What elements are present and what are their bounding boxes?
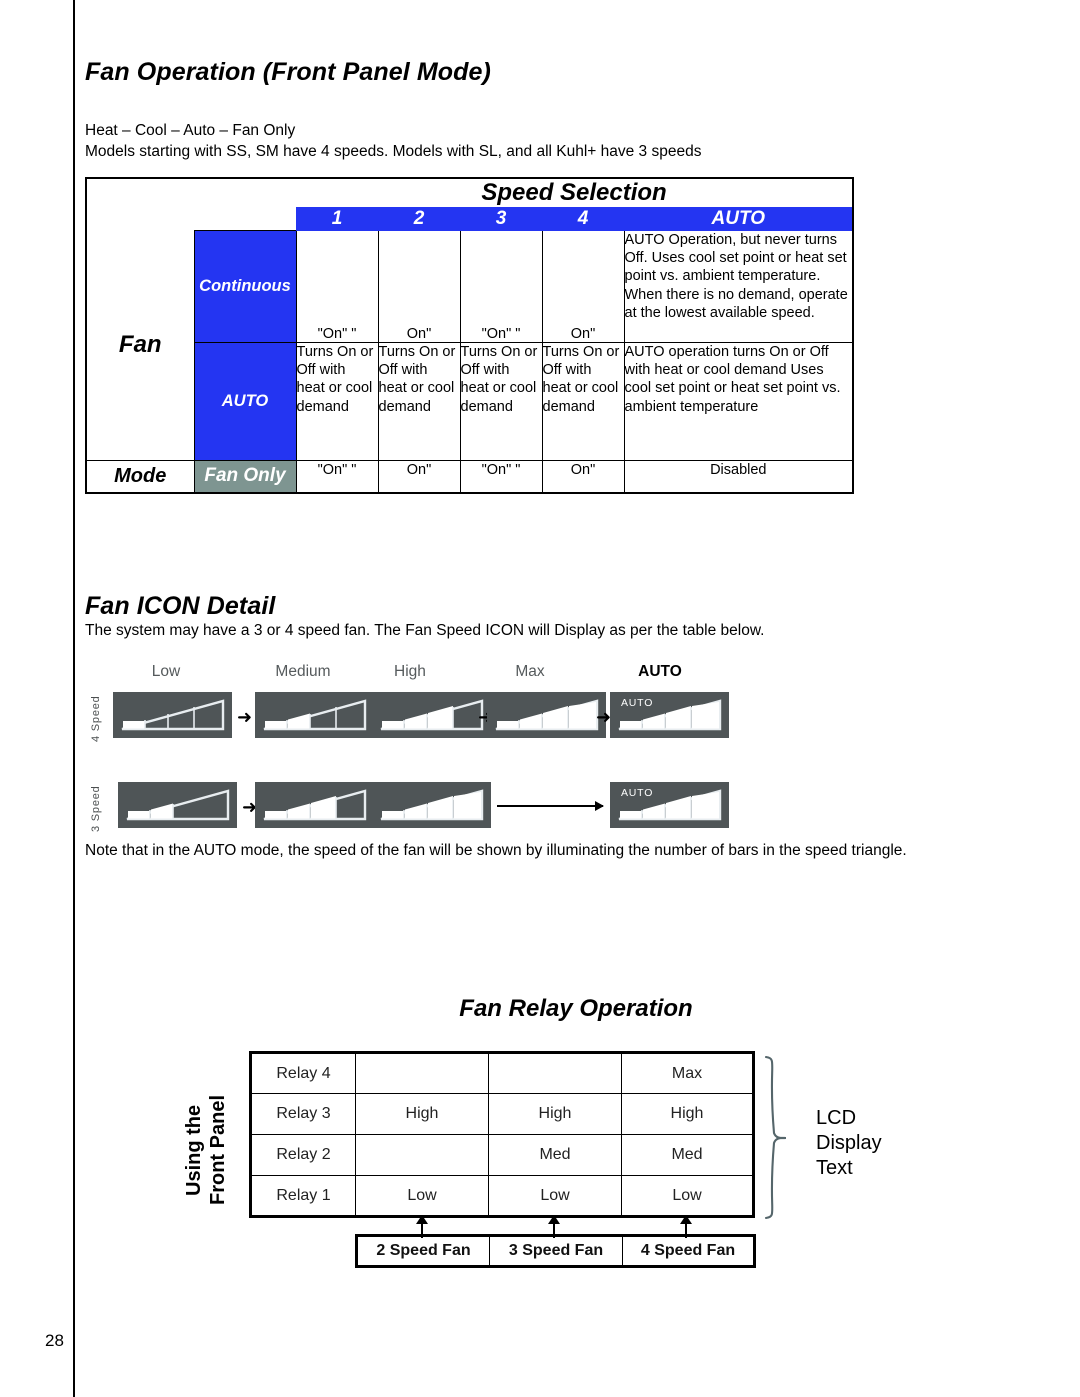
cell-continuous-2: On" xyxy=(377,230,461,343)
speed-selection-title: Speed Selection xyxy=(296,178,854,208)
mode-label: Mode xyxy=(85,460,195,493)
icon-column-label-high: High xyxy=(394,663,426,680)
fan-relay-operation-title: Fan Relay Operation xyxy=(459,995,693,1022)
svg-text:AUTO: AUTO xyxy=(621,787,653,799)
relay-side-label-line2: Front Panel xyxy=(207,1095,229,1206)
relay3-2speed: High xyxy=(355,1093,489,1135)
fan-column-4speed: 4 Speed Fan xyxy=(622,1235,755,1267)
cell-auto-2: Turns On or Off with heat or cool demand xyxy=(377,342,461,461)
speed-table-title-row: Speed Selection xyxy=(86,178,854,208)
fan-column-2speed: 2 Speed Fan xyxy=(356,1235,490,1267)
lcd-label-line1: LCD xyxy=(816,1107,857,1129)
arrow-icon-4speed-4: ➜ xyxy=(596,707,612,727)
icon-column-label-medium: Medium xyxy=(275,663,331,680)
table-row-auto: AUTO Turns On or Off with heat or cool d… xyxy=(86,342,854,461)
fan-icon-3speed-medium xyxy=(255,782,374,828)
relay-label-1: Relay 1 xyxy=(250,1175,356,1217)
cell-auto-auto: AUTO operation turns On or Off with heat… xyxy=(623,342,854,461)
relay3-3speed: High xyxy=(488,1093,622,1135)
relay-side-label: Using the Front Panel xyxy=(182,1080,230,1220)
speed-table-header-row: 1 2 3 4 AUTO xyxy=(86,207,854,231)
column-header-auto: AUTO xyxy=(623,207,854,231)
relay4-3speed xyxy=(488,1052,622,1094)
column-header-4: 4 xyxy=(541,207,625,231)
icon-column-label-auto: AUTO xyxy=(638,663,682,680)
fan-icon-3speed-auto: AUTO xyxy=(610,782,729,828)
page-title: Fan Operation (Front Panel Mode) xyxy=(85,58,491,86)
fan-icon-3speed-high xyxy=(372,782,491,828)
fan-icon-detail-title: Fan ICON Detail xyxy=(85,592,276,620)
connector-arrow-4speed xyxy=(680,1215,692,1224)
relay4-2speed xyxy=(355,1052,489,1094)
relay-label-3: Relay 3 xyxy=(250,1093,356,1135)
fan-icon-3speed-low xyxy=(118,782,237,828)
lcd-label-line3: Text xyxy=(816,1157,853,1179)
relay4-4speed: Max xyxy=(621,1052,754,1094)
cell-fanonly-3: "On" " xyxy=(459,460,543,493)
relay-label-4: Relay 4 xyxy=(250,1052,356,1094)
table-row-fan-only: Mode Fan Only "On" " On" "On" " On" Disa… xyxy=(85,460,854,493)
lcd-brace xyxy=(764,1055,787,1220)
icon-column-label-max: Max xyxy=(515,663,545,680)
relay-label-2: Relay 2 xyxy=(250,1134,356,1176)
cell-fanonly-auto: Disabled xyxy=(623,460,854,493)
icon-row-label-4-speed: 4 Speed xyxy=(90,695,102,742)
relay1-4speed: Low xyxy=(621,1175,754,1217)
table-row: Relay 1 Low Low Low xyxy=(250,1175,754,1217)
intro-line-1: Heat – Cool – Auto – Fan Only xyxy=(85,122,296,139)
column-header-1: 1 xyxy=(295,207,379,231)
page-content: Fan Operation (Front Panel Mode) Heat – … xyxy=(0,0,1080,1397)
cell-auto-1: Turns On or Off with heat or cool demand xyxy=(295,342,379,461)
lcd-label-line2: Display xyxy=(816,1132,882,1154)
relay1-2speed: Low xyxy=(355,1175,489,1217)
cell-auto-4: Turns On or Off with heat or cool demand xyxy=(541,342,625,461)
row-header-fan-only: Fan Only xyxy=(193,460,297,493)
cell-fanonly-4: On" xyxy=(541,460,625,493)
cell-fanonly-1: "On" " xyxy=(295,460,379,493)
fan-icon-detail-description: The system may have a 3 or 4 speed fan. … xyxy=(85,622,765,639)
lcd-display-label: LCD Display Text xyxy=(816,1106,882,1181)
speed-fan-legend-table: 2 Speed Fan 3 Speed Fan 4 Speed Fan xyxy=(355,1234,756,1268)
table-row: 2 Speed Fan 3 Speed Fan 4 Speed Fan xyxy=(356,1235,755,1267)
relay1-3speed: Low xyxy=(488,1175,622,1217)
icon-row-label-3-speed: 3 Speed xyxy=(90,785,102,832)
table-row-continuous: Fan Continuous "On" " On" "On" " On" AUT… xyxy=(86,230,854,358)
arrow-icon-3speed-long xyxy=(497,801,604,811)
table-row: Relay 3 High High High xyxy=(250,1093,754,1135)
cell-continuous-auto: AUTO Operation, but never turns Off. Use… xyxy=(623,230,854,343)
fan-icon-4speed-medium xyxy=(255,692,374,738)
column-header-3: 3 xyxy=(459,207,543,231)
connector-arrow-3speed xyxy=(548,1215,560,1224)
row-header-auto: AUTO xyxy=(193,342,297,461)
relay2-3speed: Med xyxy=(488,1134,622,1176)
relay3-4speed: High xyxy=(621,1093,754,1135)
fan-icon-4speed-max xyxy=(487,692,606,738)
relay-table: Relay 4 Max Relay 3 High High High Relay… xyxy=(249,1051,755,1218)
relay-side-label-line1: Using the xyxy=(183,1104,205,1196)
table-row: Relay 4 Max xyxy=(250,1052,754,1094)
fan-icon-4speed-auto: AUTO xyxy=(610,692,729,738)
cell-continuous-3: "On" " xyxy=(459,230,543,343)
fan-icon-4speed-high xyxy=(372,692,491,738)
fan-column-3speed: 3 Speed Fan xyxy=(489,1235,623,1267)
cell-fanonly-2: On" xyxy=(377,460,461,493)
icon-column-label-low: Low xyxy=(151,663,181,680)
intro-line-2: Models starting with SS, SM have 4 speed… xyxy=(85,143,702,160)
relay2-2speed xyxy=(355,1134,489,1176)
cell-continuous-1: "On" " xyxy=(295,230,379,343)
cell-continuous-4: On" xyxy=(541,230,625,343)
arrow-icon-4speed-1: ➜ xyxy=(237,707,253,727)
svg-text:AUTO: AUTO xyxy=(621,697,653,709)
relay2-4speed: Med xyxy=(621,1134,754,1176)
row-axis-label-fan: Fan xyxy=(118,331,162,359)
column-header-2: 2 xyxy=(377,207,461,231)
speed-selection-table: Speed Selection 1 2 3 4 AUTO Fan Continu… xyxy=(85,177,855,494)
row-header-continuous: Continuous xyxy=(193,230,297,343)
fan-icon-note: Note that in the AUTO mode, the speed of… xyxy=(85,842,907,859)
page-number: 28 xyxy=(45,1331,64,1350)
cell-auto-3: Turns On or Off with heat or cool demand xyxy=(459,342,543,461)
fan-icon-4speed-low xyxy=(113,692,232,738)
table-row: Relay 2 Med Med xyxy=(250,1134,754,1176)
connector-arrow-2speed xyxy=(416,1215,428,1224)
